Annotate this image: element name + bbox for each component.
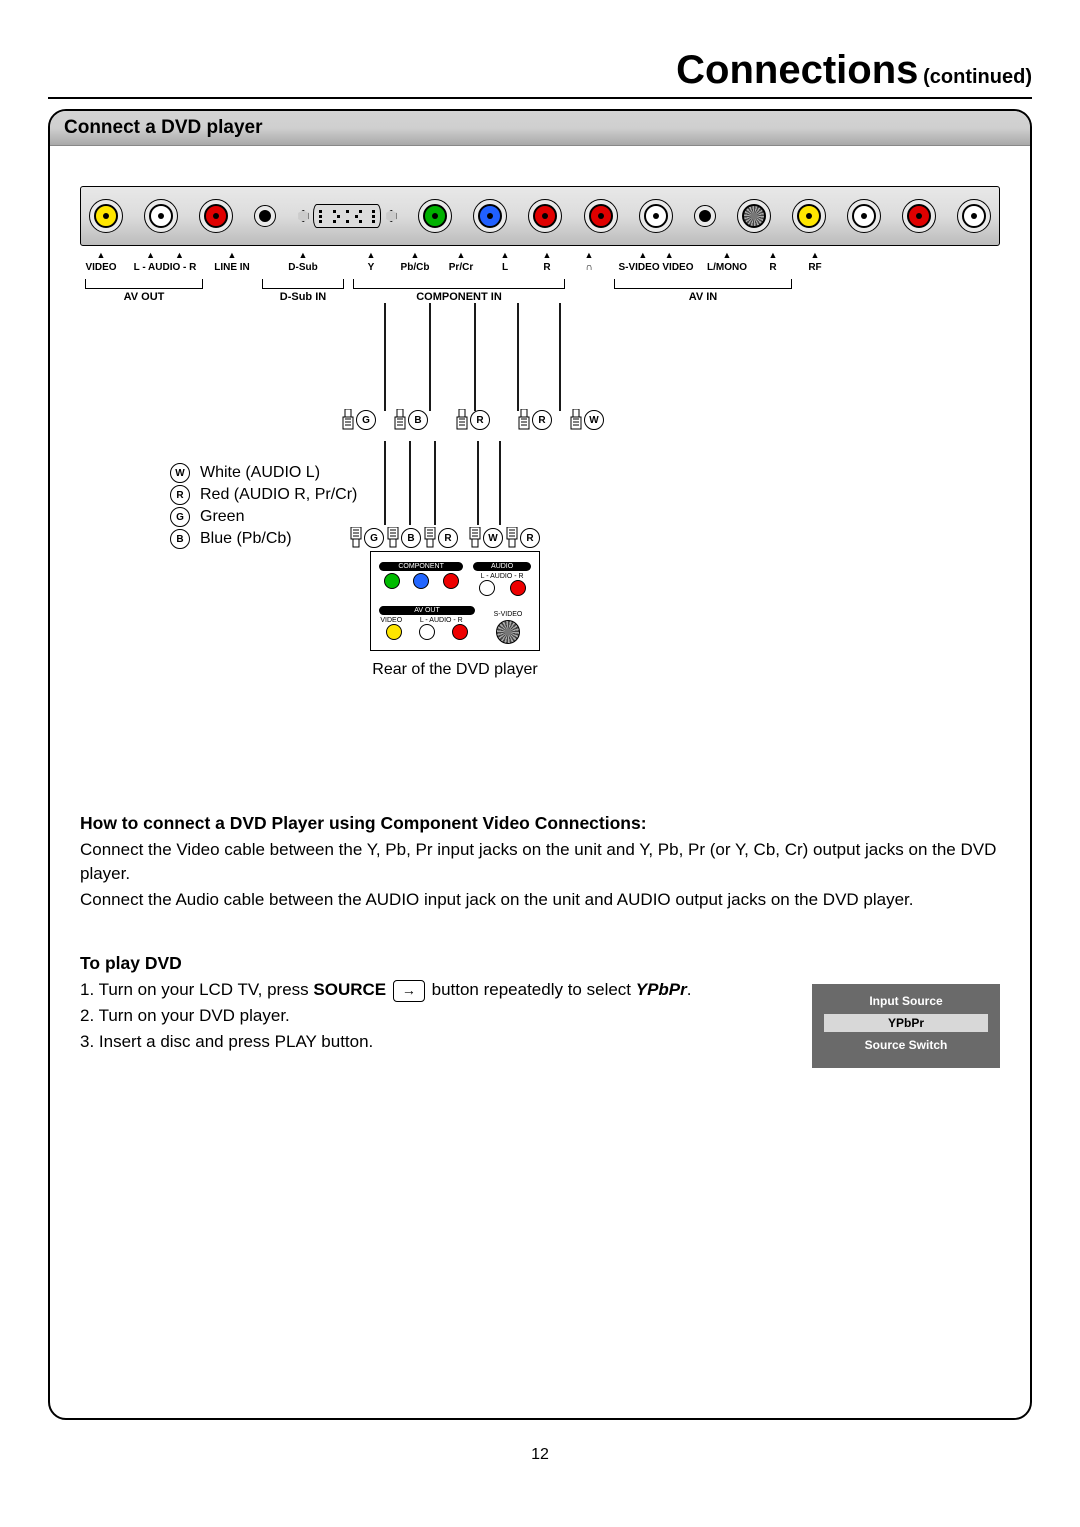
- jack-component-audio-l: [584, 199, 618, 233]
- title-rule: [48, 97, 1032, 99]
- page-title: Connections (continued): [48, 48, 1032, 93]
- jack-video-in: [792, 199, 826, 233]
- howto-heading: How to connect a DVD Player using Compon…: [80, 813, 1000, 834]
- title-main: Connections: [676, 48, 918, 92]
- section-heading: Connect a DVD player: [50, 111, 1030, 146]
- jack-audio-r-in: [902, 199, 936, 233]
- dvd-rear-panel: COMPONENT AUDIO L - AUDIO - R AV: [370, 551, 540, 679]
- wiring-diagram: G B R R W G B R W R WWhite (AUDIO L) RRe…: [80, 303, 1000, 733]
- panel-labels-row: ▲VIDEO ▲ ▲L - AUDIO - R ▲LINE IN ▲D-Sub …: [80, 250, 1000, 273]
- howto-p2: Connect the Audio cable between the AUDI…: [80, 888, 1000, 912]
- jack-audio-lmono-in: [847, 199, 881, 233]
- dvd-rear-caption: Rear of the DVD player: [370, 661, 540, 679]
- osd-footer: Source Switch: [820, 1038, 992, 1052]
- title-sub: (continued): [923, 66, 1032, 88]
- panel-group-labels: AV OUT D-Sub IN COMPONENT IN AV IN: [80, 277, 1000, 303]
- color-legend: WWhite (AUDIO L) RRed (AUDIO R, Pr/Cr) G…: [80, 443, 357, 551]
- jack-svideo: [737, 199, 771, 233]
- tv-rear-panel: [80, 186, 1000, 246]
- osd-inset: Input Source YPbPr Source Switch: [812, 984, 1000, 1068]
- jack-headphone: [694, 205, 716, 227]
- jack-component-audio-r: [639, 199, 673, 233]
- page-number: 12: [48, 1446, 1032, 1464]
- osd-selected: YPbPr: [824, 1014, 988, 1032]
- jack-line-in: [254, 205, 276, 227]
- source-button-icon: →: [393, 980, 425, 1002]
- content-box: Connect a DVD player: [48, 109, 1032, 1420]
- jack-audio-l-out: [144, 199, 178, 233]
- howto-p1: Connect the Video cable between the Y, P…: [80, 838, 1000, 886]
- jack-component-pb: [473, 199, 507, 233]
- jack-component-pr: [528, 199, 562, 233]
- jack-component-y: [418, 199, 452, 233]
- dsub-port: [297, 204, 397, 228]
- jack-rf: [957, 199, 991, 233]
- osd-title: Input Source: [820, 994, 992, 1008]
- jack-audio-r-out: [199, 199, 233, 233]
- jack-video-out: [89, 199, 123, 233]
- play-heading: To play DVD: [80, 953, 1000, 974]
- instructions: How to connect a DVD Player using Compon…: [80, 813, 1000, 1068]
